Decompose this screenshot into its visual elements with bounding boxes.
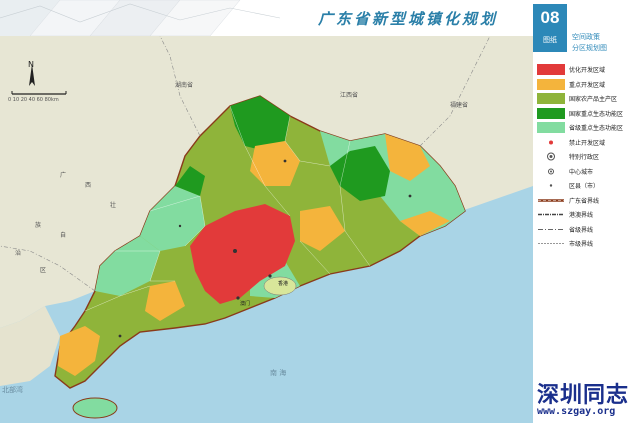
legend-item: 特别行政区 [537,151,640,162]
legend-item: 中心城市 [537,166,640,177]
legend-symbol [538,198,564,202]
legend-symbol [549,184,553,187]
header-decoration [0,0,280,36]
label-hong-kong: 香港 [278,281,289,287]
label-jiangxi: 江西省 [340,92,359,99]
watermark-url: www.szgay.org [537,406,616,417]
badge-caption: 图纸 [543,36,557,44]
map-legend: 优化开发区域 重点开发区域国家农产品主产区 国家重点生态功能区 省级重点生态功能区 禁止… [533,56,640,256]
north-label: N [28,60,34,69]
legend-swatch [537,107,565,119]
label-guangxi-4: 族 [35,222,42,229]
label-guangxi-7: 区 [40,267,47,274]
watermark: 深圳同志 www.szgay.org [533,375,640,423]
legend-item: 禁止开发区域 [537,137,640,148]
page-number-badge: 08 图纸 [533,4,567,52]
legend-label: 市级界线 [569,241,594,248]
label-guangxi-5: 自 [60,232,67,239]
legend-label: 国家重点生态功能区 [569,110,624,118]
zoning-map [0,36,533,423]
legend-item: 省级界线 [537,224,640,235]
legend-item: 国家重点生态功能区 [537,107,640,119]
label-guangxi-2: 西 [85,182,92,189]
label-macau: 澳门 [240,301,251,307]
label-beibu-gulf: 北部湾 [2,386,23,394]
label-hunan: 湖南省 [175,82,194,89]
legend-symbol [538,243,564,244]
legend-swatch [537,78,565,90]
legend-swatch [537,64,565,75]
legend-label: 优化开发区域 [569,67,606,74]
map-name-label: 分区规划图 [572,44,607,52]
legend-symbol [548,168,554,174]
legend-item: 省级重点生态功能区 [537,122,640,133]
watermark-text: 深圳同志 [537,383,630,408]
label-guangxi-1: 广 [60,172,67,179]
legend-item: 优化开发区域 [537,64,640,75]
page-title: 广东省新型城镇化规划 [318,10,499,28]
legend-item: 港澳界线 [537,209,640,220]
label-guangxi-6: 治 [15,250,22,257]
label-south-sea: 南 海 [270,369,287,377]
legend-label: 广东省界线 [569,197,600,205]
legend-symbol [549,140,553,144]
label-fujian: 福建省 [450,102,469,109]
legend-label: 中心城市 [569,168,594,176]
legend-label: 省级重点生态功能区 [569,125,624,132]
label-guangxi-3: 壮 [110,202,117,209]
legend-symbol [538,228,564,230]
legend-swatch [537,93,565,104]
legend-label: 国家农产品主产区 [569,96,618,103]
legend-symbol [538,213,564,216]
legend-label: 特别行政区 [569,154,600,161]
legend-item: 广东省界线 [537,195,640,206]
legend-label: 港澳界线 [569,212,594,219]
legend-item: 市级界线 [537,238,640,249]
scale-bar-label: 0 10 20 40 60 80km [8,97,59,103]
legend-item: 国家农产品主产区 [537,93,640,104]
legend-label: 省级界线 [569,226,594,234]
legend-label: 重点开发区域 [569,81,606,89]
legend-item: 重点开发区域 [537,78,640,90]
legend-item: 区县（市） [537,180,640,191]
legend-swatch [537,122,565,133]
hainan-north [72,397,118,419]
legend-symbol [547,152,555,161]
legend-label: 禁止开发区域 [569,139,606,147]
page-number: 08 [540,8,560,27]
section-label: 空间政策 [572,33,600,41]
legend-label: 区县（市） [569,183,600,190]
